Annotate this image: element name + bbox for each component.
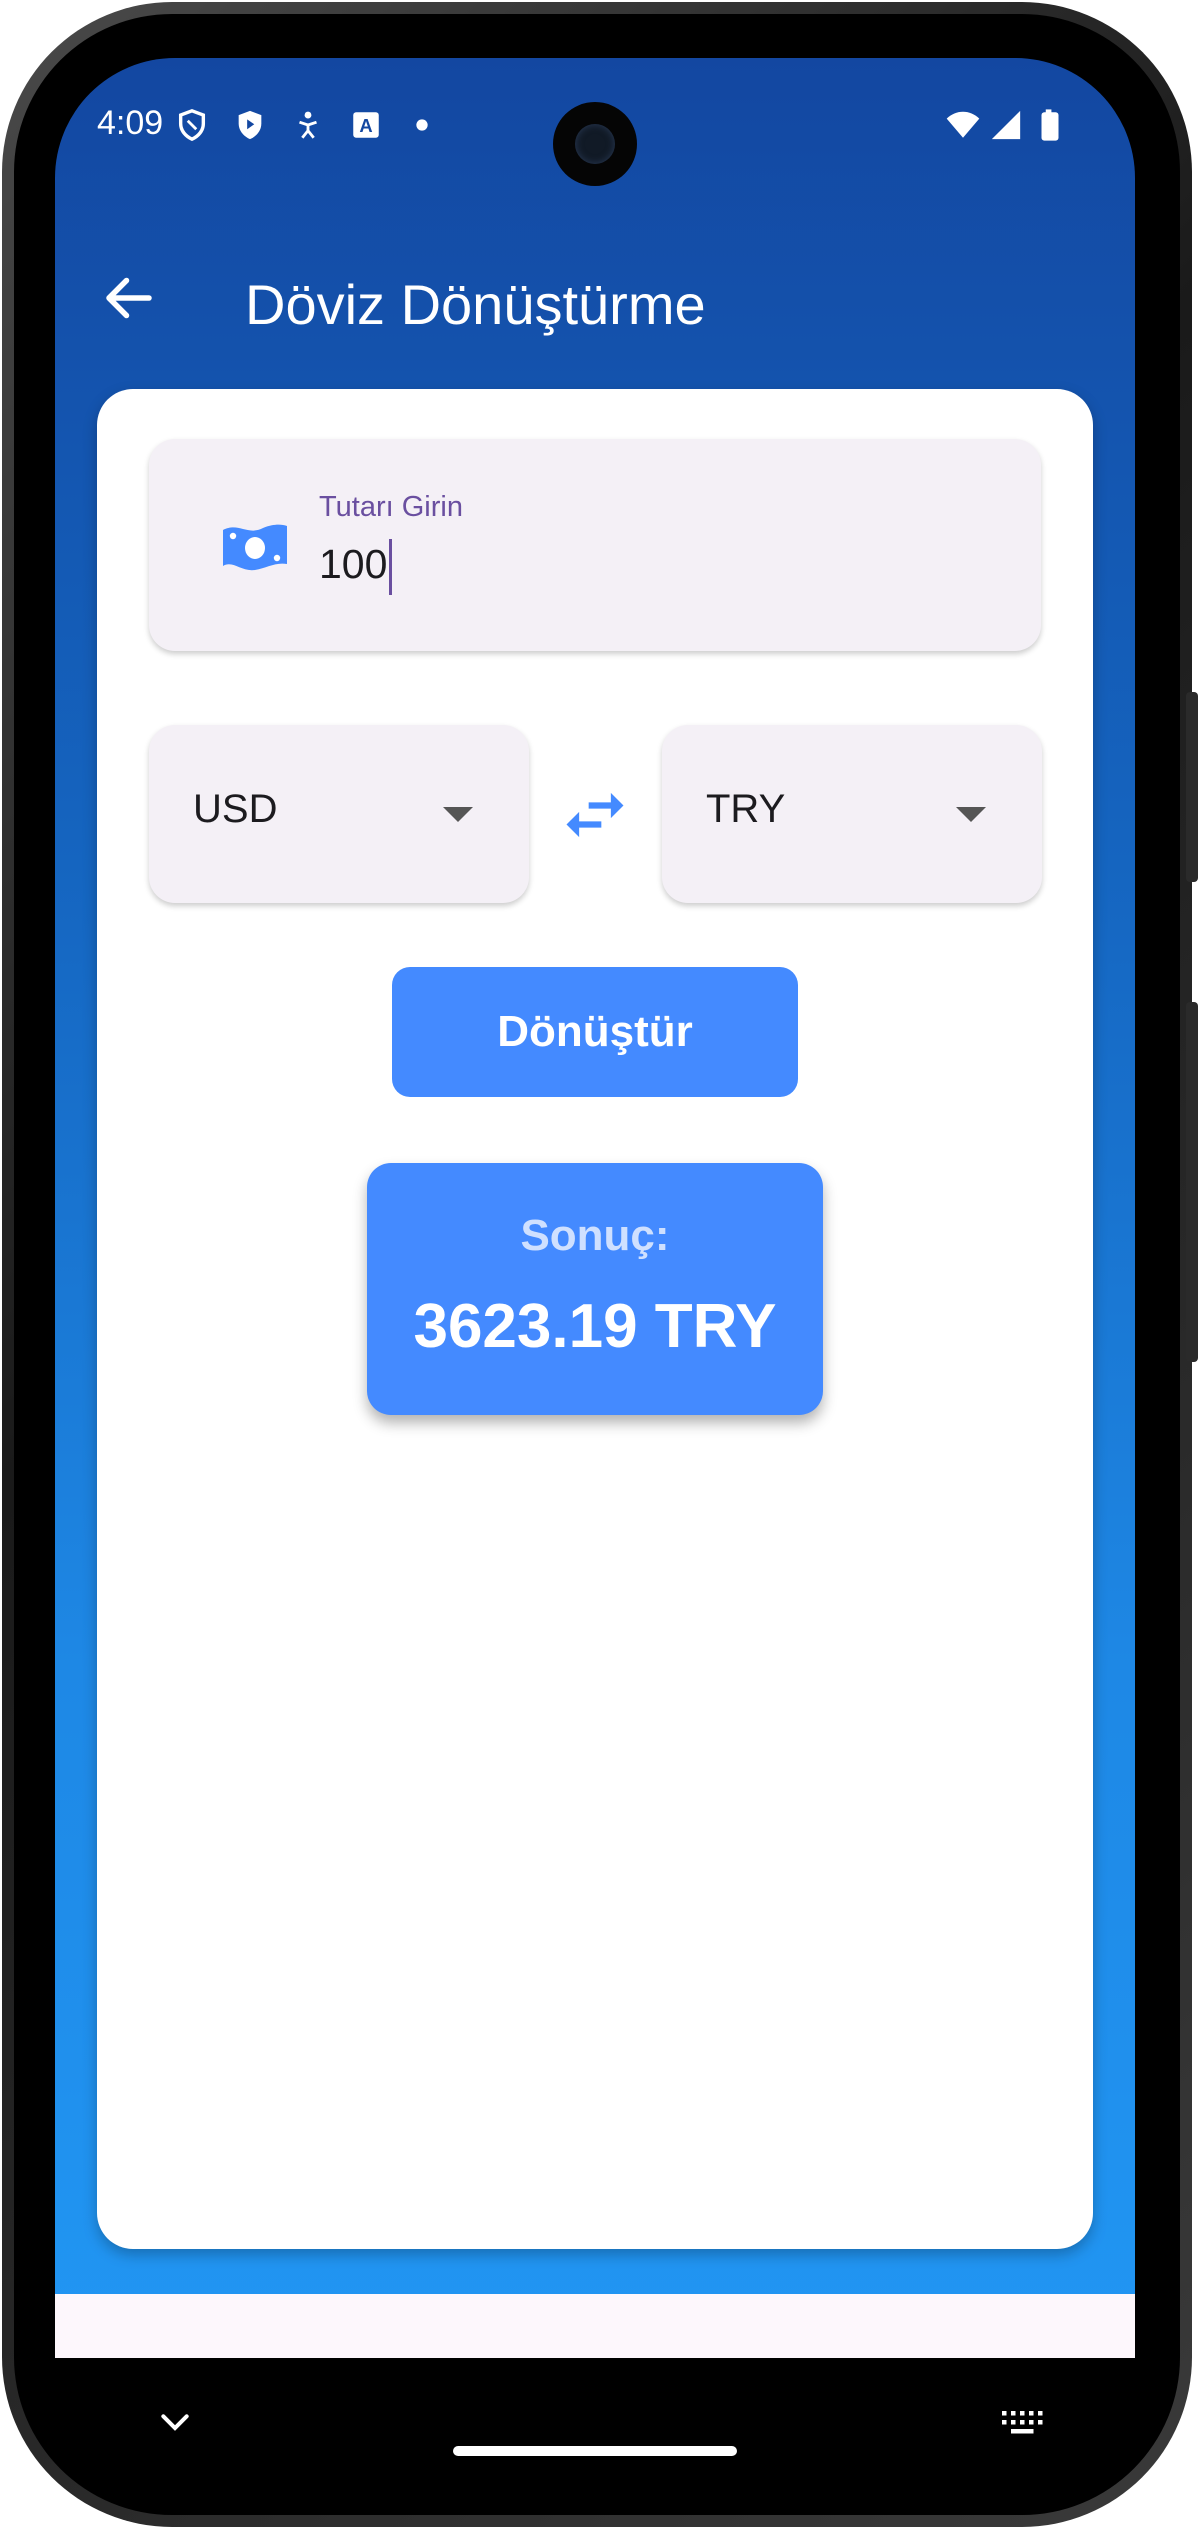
- shield-icon: [178, 109, 206, 142]
- to-currency-dropdown[interactable]: TRY: [662, 725, 1042, 903]
- from-currency-dropdown[interactable]: USD: [149, 725, 529, 903]
- amount-value: 100: [319, 540, 388, 587]
- power-button: [1186, 1002, 1198, 1362]
- amount-input[interactable]: 100: [319, 539, 393, 595]
- dropdown-arrow-icon: [443, 807, 473, 822]
- converter-card: Tutarı Girin 100 USD TRY Dönüştür Sonuç:…: [97, 389, 1093, 2249]
- home-indicator[interactable]: [453, 2446, 737, 2456]
- swap-horiz-icon[interactable]: [557, 777, 633, 853]
- screen: 4:09 A Döviz Dönüştürme Tutarı Girin 100…: [55, 58, 1135, 2358]
- battery-icon: [1041, 109, 1059, 141]
- chevron-down-icon[interactable]: [155, 2408, 195, 2438]
- status-time: 4:09: [97, 104, 164, 142]
- from-currency-value: USD: [193, 787, 278, 831]
- volume-button: [1186, 692, 1198, 882]
- app-bar: Döviz Dönüştürme: [55, 228, 1135, 358]
- system-nav-bar: [55, 2358, 1135, 2508]
- phone-frame: 4:09 A Döviz Dönüştürme Tutarı Girin 100…: [0, 0, 1198, 2531]
- dot-icon: [416, 119, 428, 131]
- arrow-back-icon[interactable]: [99, 268, 159, 328]
- to-currency-value: TRY: [706, 787, 786, 831]
- accessibility-icon: [299, 111, 317, 139]
- play-protect-icon: [238, 110, 262, 140]
- text-caret: [389, 539, 393, 595]
- bottom-surface: [55, 2294, 1135, 2358]
- front-camera: [553, 102, 637, 186]
- keyboard-icon[interactable]: [999, 2408, 1047, 2438]
- amount-field[interactable]: Tutarı Girin 100: [149, 439, 1041, 651]
- result-value: 3623.19 TRY: [413, 1292, 777, 1361]
- amount-label: Tutarı Girin: [319, 491, 463, 523]
- result-box: Sonuç: 3623.19 TRY: [367, 1163, 823, 1415]
- status-bar: 4:09 A: [55, 58, 1135, 198]
- svg-text:A: A: [359, 115, 372, 136]
- result-label: Sonuç:: [520, 1211, 670, 1260]
- signal-icon: [991, 110, 1021, 140]
- convert-button[interactable]: Dönüştür: [392, 967, 798, 1097]
- money-icon: [223, 524, 287, 571]
- dropdown-arrow-icon: [956, 807, 986, 822]
- page-title: Döviz Dönüştürme: [245, 273, 706, 336]
- translate-icon: A: [353, 112, 379, 138]
- wifi-icon: [946, 111, 980, 138]
